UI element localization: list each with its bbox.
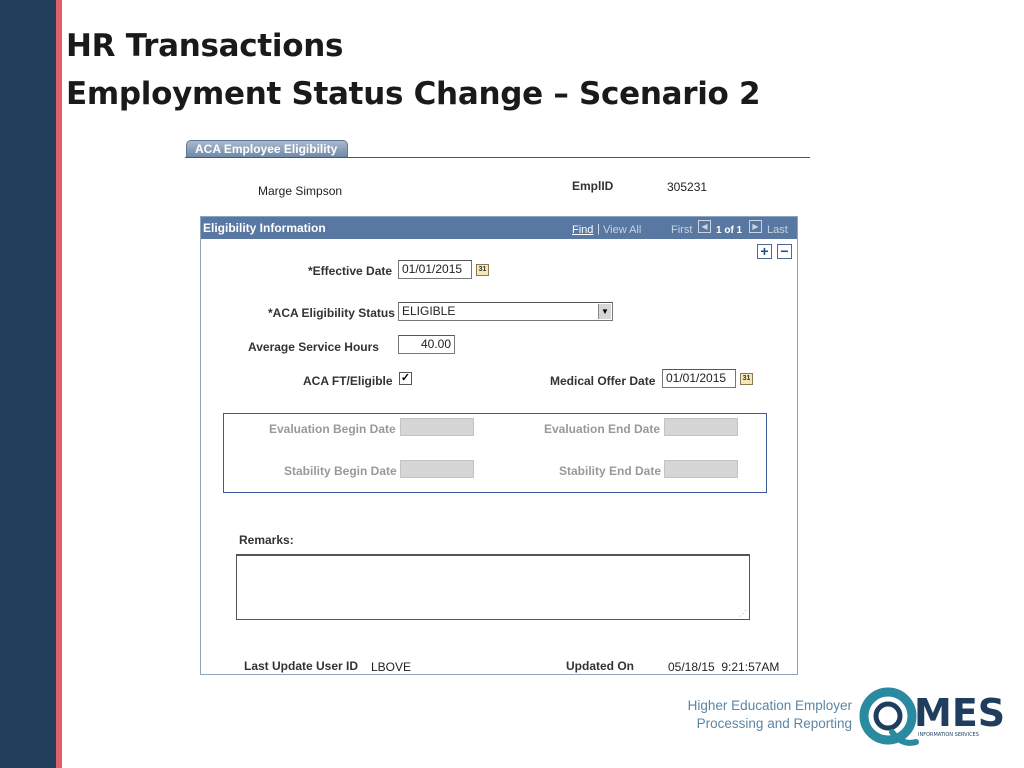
last-link[interactable]: Last <box>767 224 788 236</box>
find-link[interactable]: Find <box>572 224 593 236</box>
employee-name: Marge Simpson <box>258 184 343 198</box>
evaluation-stability-group: Evaluation Begin Date Evaluation End Dat… <box>223 413 767 493</box>
tab-divider <box>185 157 810 158</box>
checkmark-icon: ✓ <box>400 372 411 384</box>
evaluation-begin-date-label: Evaluation Begin Date <box>269 422 396 436</box>
aca-eligibility-status-select[interactable]: ELIGIBLE ▼ <box>398 302 613 321</box>
calendar-icon[interactable]: 31 <box>740 373 753 385</box>
view-all-link[interactable]: View All <box>603 224 641 236</box>
link-separator: | <box>597 223 600 235</box>
medical-offer-date-field[interactable]: 01/01/2015 <box>662 369 736 388</box>
delete-row-button[interactable]: − <box>777 244 792 259</box>
add-row-button[interactable]: + <box>757 244 772 259</box>
stability-begin-date-label: Stability Begin Date <box>284 464 397 478</box>
updated-on-value: 05/18/15 9:21:57AM <box>668 660 780 674</box>
emplid-label: EmplID <box>572 179 614 193</box>
medical-offer-date-label: Medical Offer Date <box>550 374 656 388</box>
effective-date-label: *Effective Date <box>308 264 393 278</box>
footer-line-1: Higher Education Employer <box>687 698 852 713</box>
aca-eligibility-status-label: *ACA Eligibility Status <box>268 306 395 320</box>
stability-end-date-label: Stability End Date <box>559 464 662 478</box>
evaluation-begin-date-field <box>400 418 474 436</box>
stability-begin-date-field <box>400 460 474 478</box>
effective-date-field[interactable]: 01/01/2015 <box>398 260 472 279</box>
resize-grip-icon[interactable]: ⋰ <box>739 610 747 618</box>
logo-subtext: INFORMATION SERVICES <box>918 732 979 738</box>
evaluation-end-date-label: Evaluation End Date <box>544 422 661 436</box>
tab-aca-employee-eligibility[interactable]: ACA Employee Eligibility <box>186 140 348 157</box>
panel-header: Eligibility Information Find | View All … <box>201 217 797 239</box>
slide-subtitle: Employment Status Change – Scenario 2 <box>66 76 761 112</box>
calendar-icon[interactable]: 31 <box>476 264 489 276</box>
last-update-user-label: Last Update User ID <box>244 659 359 673</box>
logo-text: MES <box>914 691 1005 735</box>
slide-title: HR Transactions <box>66 28 344 64</box>
chevron-down-icon[interactable]: ▼ <box>598 304 611 319</box>
arrow-left-icon[interactable]: ◀ <box>698 220 711 233</box>
remarks-textarea[interactable]: ⋰ <box>236 554 750 620</box>
footer-line-2: Processing and Reporting <box>696 716 852 731</box>
remarks-label: Remarks: <box>239 533 294 547</box>
aca-ft-eligible-checkbox[interactable]: ✓ <box>399 372 412 385</box>
eligibility-information-panel: Eligibility Information Find | View All … <box>200 216 798 675</box>
first-link[interactable]: First <box>671 224 692 236</box>
average-service-hours-field[interactable]: 40.00 <box>398 335 455 354</box>
panel-title: Eligibility Information <box>203 221 326 235</box>
aca-eligibility-status-value: ELIGIBLE <box>402 304 456 318</box>
last-update-user-value: LBOVE <box>371 660 412 674</box>
evaluation-end-date-field <box>664 418 738 436</box>
updated-on-label: Updated On <box>566 659 634 673</box>
emplid-value: 305231 <box>667 180 708 194</box>
omes-logo: MES INFORMATION SERVICES <box>859 687 1005 746</box>
aca-ft-eligible-label: ACA FT/Eligible <box>303 374 393 388</box>
stability-end-date-field <box>664 460 738 478</box>
arrow-right-icon[interactable]: ▶ <box>749 220 762 233</box>
slide-sidebar <box>0 0 56 768</box>
slide-sidebar-accent <box>56 0 62 768</box>
row-count: 1 of 1 <box>716 225 743 236</box>
average-service-hours-label: Average Service Hours <box>248 340 379 354</box>
